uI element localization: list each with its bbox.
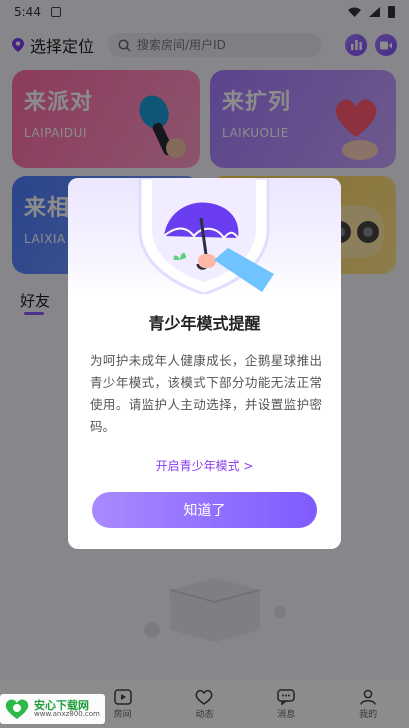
watermark-url: www.anxz800.com: [34, 710, 100, 719]
teen-mode-dialog: 青少年模式提醒 为呵护未成年人健康成长，企鹅星球推出青少年模式，该模式下部分功能…: [68, 178, 341, 549]
got-it-button[interactable]: 知道了: [92, 492, 317, 528]
shield-umbrella-icon: [138, 178, 274, 294]
dialog-hero: [68, 178, 341, 294]
watermark-logo-icon: [5, 699, 29, 719]
enable-teen-mode-link[interactable]: 开启青少年模式 >: [68, 457, 341, 474]
dialog-body: 为呵护未成年人健康成长，企鹅星球推出青少年模式，该模式下部分功能无法正常使用。请…: [90, 353, 322, 434]
watermark: 安心下载网 www.anxz800.com: [0, 694, 105, 724]
dialog-title: 青少年模式提醒: [148, 314, 261, 333]
